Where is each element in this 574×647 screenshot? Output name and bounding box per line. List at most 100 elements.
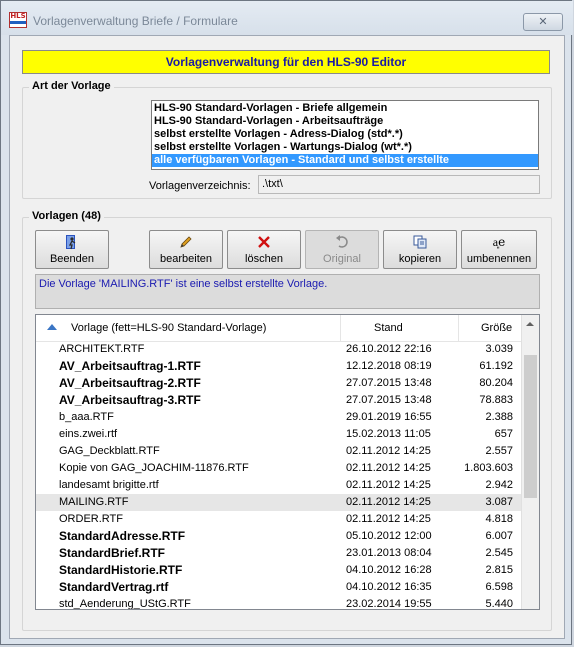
table-row[interactable]: StandardHistorie.RTF 04.10.2012 16:28 2.81…: [36, 562, 521, 579]
vorlagen-count-label: Vorlagen (48): [29, 210, 104, 222]
table-row[interactable]: std_Aenderung_UStG.RTF 23.02.2014 19:55 5.…: [36, 596, 521, 610]
kopieren-label: kopieren: [398, 253, 442, 265]
table-row[interactable]: AV_Arbeitsauftrag-3.RTF 27.07.2015 13:48 7…: [36, 392, 521, 409]
row-vorlage-name: eins.zwei.rtf: [59, 428, 118, 440]
client-area: Vorlagenverwaltung für den HLS-90 Editor…: [9, 35, 565, 639]
row-stand: 12.12.2018 08:19: [346, 360, 432, 372]
table-row[interactable]: GAG_Deckblatt.RTF 02.11.2012 14:25 2.557: [36, 443, 521, 460]
row-groesse: 1.803.603: [464, 462, 513, 474]
table-row[interactable]: ARCHITEKT.RTF 26.10.2012 22:16 3.039: [36, 341, 521, 358]
type-item-alle[interactable]: alle verfügbaren Vorlagen - Standard und…: [152, 154, 538, 167]
table-row[interactable]: AV_Arbeitsauftrag-2.RTF 27.07.2015 13:48 8…: [36, 375, 521, 392]
scroll-up-arrow-icon[interactable]: [526, 322, 534, 326]
copy-icon: [384, 234, 456, 250]
row-stand: 26.10.2012 22:16: [346, 343, 432, 355]
sort-ascending-icon[interactable]: [47, 324, 57, 330]
row-groesse: 4.818: [485, 513, 513, 525]
umbenennen-button[interactable]: a͈e umbenennen: [461, 230, 537, 269]
row-vorlage-name: AV_Arbeitsauftrag-3.RTF: [59, 393, 201, 407]
row-groesse: 61.192: [479, 360, 513, 372]
row-vorlage-name: landesamt brigitte.rtf: [59, 479, 159, 491]
header-banner: Vorlagenverwaltung für den HLS-90 Editor: [22, 50, 550, 74]
table-row[interactable]: ORDER.RTF 02.11.2012 14:25 4.818: [36, 511, 521, 528]
row-vorlage-name: StandardBrief.RTF: [59, 546, 166, 560]
scrollbar-thumb[interactable]: [524, 355, 537, 498]
row-groesse: 2.815: [485, 564, 513, 576]
type-item-wartungs-dialog[interactable]: selbst erstellte Vorlagen - Wartungs-Dia…: [152, 141, 538, 154]
row-groesse: 2.942: [485, 479, 513, 491]
row-groesse: 80.204: [479, 377, 513, 389]
table-row[interactable]: StandardVertrag.rtf 04.10.2012 16:35 6.598: [36, 579, 521, 596]
row-vorlage-name: GAG_Deckblatt.RTF: [59, 445, 160, 457]
row-stand: 02.11.2012 14:25: [346, 513, 431, 525]
beenden-button[interactable]: Beenden: [35, 230, 109, 269]
bearbeiten-label: bearbeiten: [160, 253, 212, 265]
table-row[interactable]: StandardAdresse.RTF 05.10.2012 12:00 6.007: [36, 528, 521, 545]
rename-glyph: a͈e: [492, 235, 506, 249]
row-groesse: 3.039: [485, 343, 513, 355]
table-row[interactable]: MAILING.RTF 02.11.2012 14:25 3.087: [36, 494, 521, 511]
row-vorlage-name: ARCHITEKT.RTF: [59, 343, 145, 355]
table-row[interactable]: b_aaa.RTF 29.01.2019 16:55 2.388: [36, 409, 521, 426]
loeschen-label: löschen: [245, 253, 283, 265]
original-button[interactable]: Original: [305, 230, 379, 269]
table-row[interactable]: AV_Arbeitsauftrag-1.RTF 12.12.2018 08:19 6…: [36, 358, 521, 375]
row-vorlage-name: AV_Arbeitsauftrag-1.RTF: [59, 359, 201, 373]
red-x-icon: [228, 234, 300, 250]
row-vorlage-name: StandardHistorie.RTF: [59, 563, 183, 577]
vorlagen-table[interactable]: Vorlage (fett=HLS-90 Standard-Vorlage) S…: [35, 314, 540, 610]
table-rows: ARCHITEKT.RTF 26.10.2012 22:16 3.039 AV_Arb…: [36, 341, 521, 610]
type-item-arbeitsauftraege[interactable]: HLS-90 Standard-Vorlagen - Arbeitsaufträ…: [152, 115, 538, 128]
undo-icon: [306, 234, 378, 250]
row-stand: 02.11.2012 14:25: [346, 445, 431, 457]
vorlage-type-list[interactable]: HLS-90 Standard-Vorlagen - Briefe allgem…: [151, 100, 539, 170]
art-der-vorlage-group: Art der Vorlage HLS-90 Standard-Vorlagen…: [22, 80, 552, 199]
row-stand: 04.10.2012 16:28: [346, 564, 432, 576]
row-stand: 15.02.2013 11:05: [346, 428, 431, 440]
row-groesse: 2.388: [485, 411, 513, 423]
row-stand: 04.10.2012 16:35: [346, 581, 432, 593]
header-groesse[interactable]: Größe: [481, 315, 512, 341]
close-button[interactable]: ✕: [523, 13, 563, 31]
hls-app-icon: HLS: [9, 12, 27, 28]
exit-door-icon: [36, 234, 108, 250]
table-row[interactable]: eins.zwei.rtf 15.02.2013 11:05 657: [36, 426, 521, 443]
vertical-scrollbar[interactable]: [521, 315, 539, 609]
row-stand: 29.01.2019 16:55: [346, 411, 432, 423]
row-vorlage-name: MAILING.RTF: [59, 496, 129, 508]
umbenennen-label: umbenennen: [466, 253, 532, 265]
header-stand[interactable]: Stand: [374, 315, 403, 341]
row-vorlage-name: AV_Arbeitsauftrag-2.RTF: [59, 376, 201, 390]
row-groesse: 2.557: [485, 445, 513, 457]
kopieren-button[interactable]: kopieren: [383, 230, 457, 269]
table-row[interactable]: landesamt brigitte.rtf 02.11.2012 14:25 2.…: [36, 477, 521, 494]
row-stand: 27.07.2015 13:48: [346, 394, 432, 406]
row-stand: 02.11.2012 14:25: [346, 479, 431, 491]
close-icon: ✕: [538, 15, 548, 28]
row-stand: 05.10.2012 12:00: [346, 530, 432, 542]
row-vorlage-name: StandardVertrag.rtf: [59, 580, 169, 594]
type-item-briefe[interactable]: HLS-90 Standard-Vorlagen - Briefe allgem…: [152, 102, 538, 115]
table-row[interactable]: StandardBrief.RTF 23.01.2013 08:04 2.545: [36, 545, 521, 562]
row-stand: 02.11.2012 14:25: [346, 496, 431, 508]
row-stand: 02.11.2012 14:25: [346, 462, 431, 474]
row-groesse: 2.545: [485, 547, 513, 559]
type-item-adress-dialog[interactable]: selbst erstellte Vorlagen - Adress-Dialo…: [152, 128, 538, 141]
header-vorlage[interactable]: Vorlage (fett=HLS-90 Standard-Vorlage): [71, 315, 266, 341]
table-header: Vorlage (fett=HLS-90 Standard-Vorlage) S…: [36, 315, 521, 342]
rename-icon: a͈e: [462, 234, 536, 250]
pencil-icon: [150, 234, 222, 250]
art-der-vorlage-label: Art der Vorlage: [29, 80, 114, 92]
title-bar[interactable]: HLS Vorlagenverwaltung Briefe / Formular…: [1, 1, 573, 35]
app-icon-text: HLS: [10, 12, 26, 20]
row-groesse: 657: [494, 428, 513, 440]
table-row[interactable]: Kopie von GAG_JOACHIM-11876.RTF 02.11.201…: [36, 460, 521, 477]
window-title: Vorlagenverwaltung Briefe / Formulare: [33, 14, 238, 28]
loeschen-button[interactable]: löschen: [227, 230, 301, 269]
bearbeiten-button[interactable]: bearbeiten: [149, 230, 223, 269]
row-groesse: 6.007: [485, 530, 513, 542]
original-label: Original: [323, 253, 361, 265]
row-vorlage-name: b_aaa.RTF: [59, 411, 114, 423]
row-stand: 23.02.2014 19:55: [346, 598, 432, 610]
row-vorlage-name: std_Aenderung_UStG.RTF: [59, 598, 191, 610]
